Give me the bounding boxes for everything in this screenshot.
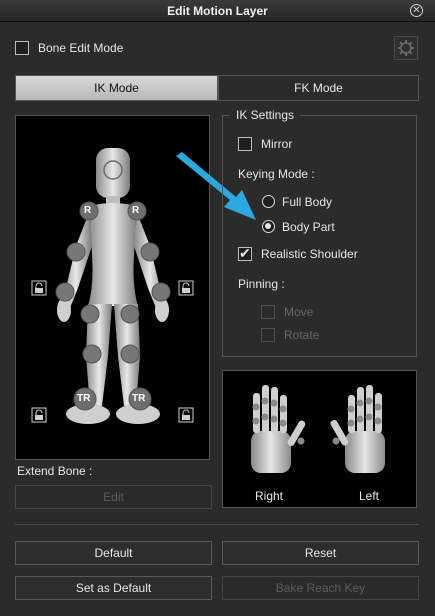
pinning-move-checkbox[interactable] [261,305,275,319]
pinning-rotate-label: Rotate [284,328,320,342]
close-icon[interactable]: ✕ [410,4,423,17]
pinning-label: Pinning : [238,277,285,291]
right-hand-label: Right [255,489,284,503]
bake-reach-key-button[interactable]: Bake Reach Key [222,576,419,600]
realistic-shoulder-label: Realistic Shoulder [261,247,358,261]
mirror-checkbox[interactable] [238,137,252,151]
right-hand[interactable] [251,385,306,473]
reset-button[interactable]: Reset [222,541,419,565]
body-part-label: Body Part [282,220,335,234]
gear-icon[interactable] [394,36,418,60]
edit-button[interactable]: Edit [15,485,212,509]
ik-settings-group [222,115,417,357]
lock-icon[interactable] [31,407,47,423]
pinning-rotate-checkbox[interactable] [261,328,275,342]
realistic-shoulder-checkbox[interactable] [238,245,252,262]
mirror-label: Mirror [261,137,293,151]
keying-mode-label: Keying Mode : [238,167,315,181]
window-title: Edit Motion Layer [167,4,268,18]
hands-panel: Right Left [222,370,417,508]
divider [15,524,419,525]
right-foot-joint-label[interactable]: TR [77,393,90,404]
bone-edit-mode-checkbox[interactable] [15,41,29,55]
ik-settings-title: IK Settings [230,108,301,122]
hands-figure [251,385,385,473]
tab-ik-mode[interactable]: IK Mode [15,75,218,101]
left-shoulder-joint-label[interactable]: R [132,205,139,216]
left-hand-label: Left [359,489,380,503]
bone-edit-mode-label: Bone Edit Mode [38,41,124,55]
extend-bone-label: Extend Bone : [17,464,93,478]
lock-icon[interactable] [178,280,194,296]
tab-fk-mode[interactable]: FK Mode [218,75,419,101]
full-body-label: Full Body [282,195,333,209]
left-hand[interactable] [329,385,385,473]
set-as-default-button[interactable]: Set as Default [15,576,212,600]
left-foot-joint-label[interactable]: TR [132,393,145,404]
full-body-radio[interactable] [262,195,275,208]
default-button[interactable]: Default [15,541,212,565]
pinning-move-label: Move [284,305,314,319]
title-bar: Edit Motion Layer ✕ [0,0,435,22]
lock-icon[interactable] [31,280,47,296]
right-shoulder-joint-label[interactable]: R [84,205,91,216]
body-part-radio[interactable] [262,220,275,233]
lock-icon[interactable] [178,407,194,423]
